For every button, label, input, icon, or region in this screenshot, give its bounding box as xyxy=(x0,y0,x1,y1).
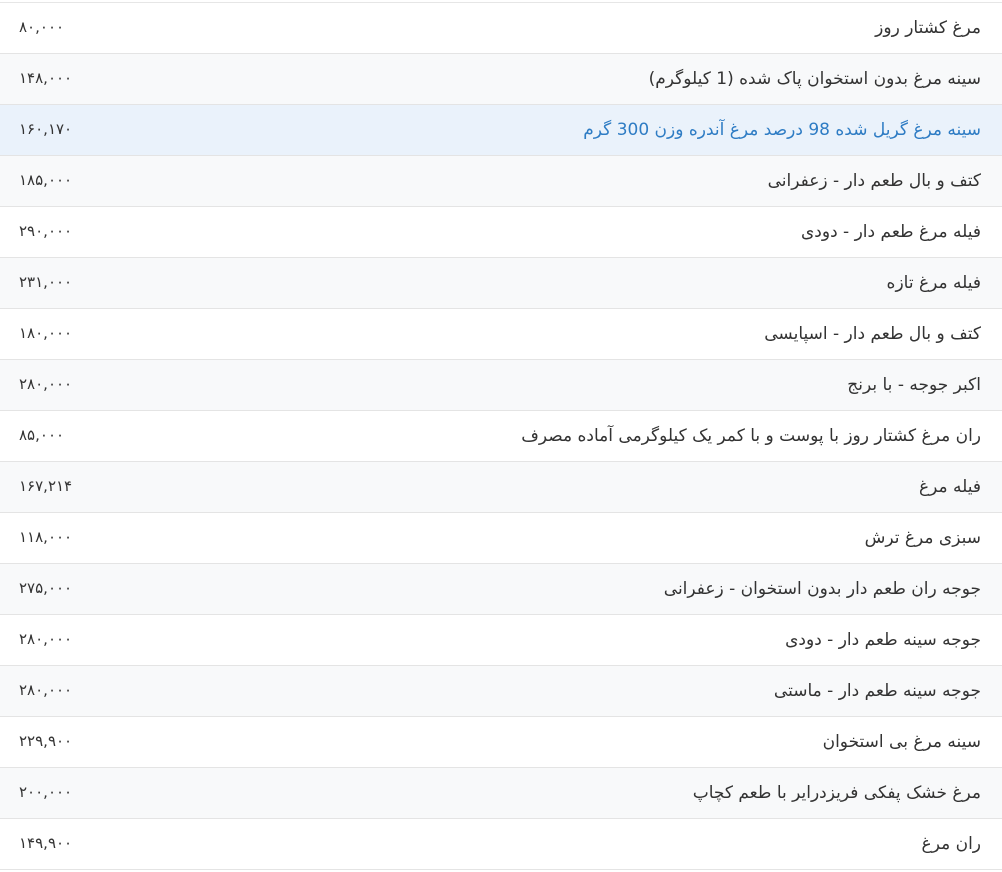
table-row[interactable]: اکبر جوجه - با برنج ۲۸۰,۰۰۰ xyxy=(0,360,1002,411)
product-price: ۱۱۸,۰۰۰ xyxy=(19,528,73,546)
product-name[interactable]: جوجه ران طعم دار بدون استخوان - زعفرانی xyxy=(664,564,981,614)
product-price: ۱۴۹,۹۰۰ xyxy=(19,834,73,852)
table-row[interactable]: کتف و بال طعم دار - زعفرانی ۱۸۵,۰۰۰ xyxy=(0,156,1002,207)
product-name[interactable]: فیله مرغ طعم دار - دودی xyxy=(801,207,981,257)
table-row[interactable]: فیله مرغ ۱۶۷,۲۱۴ xyxy=(0,462,1002,513)
product-price: ۲۲۹,۹۰۰ xyxy=(19,732,73,750)
product-name[interactable]: فیله مرغ xyxy=(919,462,981,512)
product-name[interactable]: مرغ کشتار روز xyxy=(875,3,981,53)
product-price: ۱۶۰,۱۷۰ xyxy=(19,120,73,138)
table-row[interactable]: مرغ خشک پفکی فریزدرایر با طعم کچاپ ۲۰۰,۰… xyxy=(0,768,1002,819)
product-price: ۲۳۱,۰۰۰ xyxy=(19,273,73,291)
product-price: ۲۸۰,۰۰۰ xyxy=(19,375,73,393)
product-name[interactable]: کتف و بال طعم دار - زعفرانی xyxy=(768,156,981,206)
product-name[interactable]: سینه مرغ بدون استخوان پاک شده (1 کیلوگرم… xyxy=(649,54,981,104)
table-row[interactable]: سینه مرغ گریل شده 98 درصد مرغ آندره وزن … xyxy=(0,105,1002,156)
product-name[interactable]: ران مرغ کشتار روز با پوست و با کمر یک کی… xyxy=(521,411,981,461)
product-name[interactable]: مرغ خشک پفکی فریزدرایر با طعم کچاپ xyxy=(693,768,981,818)
product-name[interactable]: اکبر جوجه - با برنج xyxy=(847,360,981,410)
product-price: ۲۰۰,۰۰۰ xyxy=(19,783,73,801)
product-name[interactable]: سینه مرغ گریل شده 98 درصد مرغ آندره وزن … xyxy=(583,105,981,155)
product-name[interactable]: سینه مرغ بی استخوان xyxy=(823,717,981,767)
table-row[interactable]: فیله مرغ طعم دار - دودی ۲۹۰,۰۰۰ xyxy=(0,207,1002,258)
product-price: ۲۹۰,۰۰۰ xyxy=(19,222,73,240)
table-row[interactable]: سینه مرغ بی استخوان ۲۲۹,۹۰۰ xyxy=(0,717,1002,768)
table-rows: مرغ کشتار روز ۸۰,۰۰۰ سینه مرغ بدون استخو… xyxy=(0,3,1002,870)
product-price: ۱۶۷,۲۱۴ xyxy=(19,477,73,495)
product-name[interactable]: کتف و بال طعم دار - اسپایسی xyxy=(764,309,981,359)
product-price: ۲۷۵,۰۰۰ xyxy=(19,579,73,597)
product-name[interactable]: فیله مرغ تازه xyxy=(887,258,981,308)
product-price-table: مرغ کشتار روز ۸۰,۰۰۰ سینه مرغ بدون استخو… xyxy=(0,0,1002,872)
table-row[interactable]: سینه مرغ بدون استخوان پاک شده (1 کیلوگرم… xyxy=(0,54,1002,105)
product-price: ۲۸۰,۰۰۰ xyxy=(19,681,73,699)
product-name[interactable]: جوجه سینه طعم دار - دودی xyxy=(785,615,981,665)
product-price: ۸۵,۰۰۰ xyxy=(19,426,65,444)
table-row[interactable]: کتف و بال طعم دار - اسپایسی ۱۸۰,۰۰۰ xyxy=(0,309,1002,360)
product-price: ۱۸۵,۰۰۰ xyxy=(19,171,73,189)
product-name[interactable]: جوجه سینه طعم دار - ماستی xyxy=(774,666,981,716)
product-name[interactable]: سبزی مرغ ترش xyxy=(865,513,981,563)
product-name[interactable]: ران مرغ xyxy=(922,819,981,869)
product-price: ۱۸۰,۰۰۰ xyxy=(19,324,73,342)
product-price: ۸۰,۰۰۰ xyxy=(19,18,65,36)
table-row[interactable]: جوجه ران طعم دار بدون استخوان - زعفرانی … xyxy=(0,564,1002,615)
table-row[interactable]: ران مرغ ۱۴۹,۹۰۰ xyxy=(0,819,1002,870)
table-row[interactable]: فیله مرغ تازه ۲۳۱,۰۰۰ xyxy=(0,258,1002,309)
table-row[interactable]: سبزی مرغ ترش ۱۱۸,۰۰۰ xyxy=(0,513,1002,564)
table-row[interactable]: ران مرغ کشتار روز با پوست و با کمر یک کی… xyxy=(0,411,1002,462)
table-row[interactable]: جوجه سینه طعم دار - ماستی ۲۸۰,۰۰۰ xyxy=(0,666,1002,717)
table-row[interactable]: جوجه سینه طعم دار - دودی ۲۸۰,۰۰۰ xyxy=(0,615,1002,666)
table-row[interactable]: مرغ کشتار روز ۸۰,۰۰۰ xyxy=(0,3,1002,54)
product-price: ۱۴۸,۰۰۰ xyxy=(19,69,73,87)
product-price: ۲۸۰,۰۰۰ xyxy=(19,630,73,648)
